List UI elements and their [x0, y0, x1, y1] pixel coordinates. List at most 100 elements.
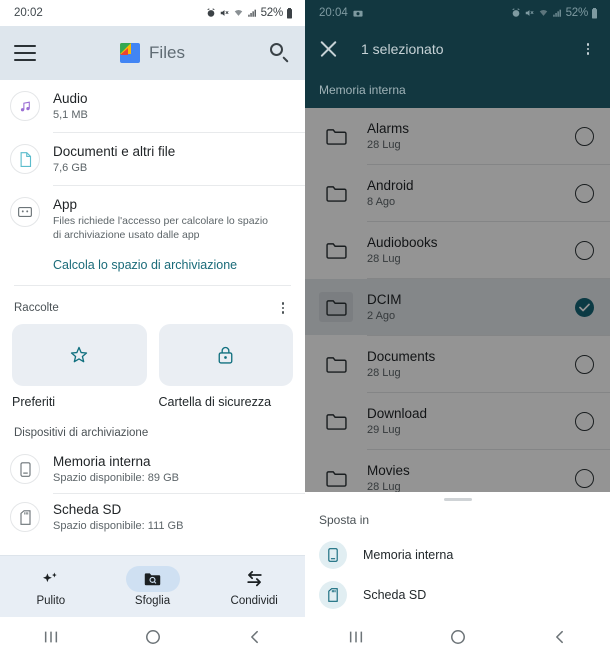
selection-radio[interactable] — [575, 411, 594, 431]
app-title-group: Files — [36, 43, 269, 63]
music-note-icon — [10, 91, 40, 121]
status-time: 20:04 — [319, 7, 348, 19]
kebab-menu-icon[interactable] — [580, 41, 596, 57]
category-subtitle: 5,1 MB — [53, 109, 88, 121]
collections-section-header: Raccolte — [0, 286, 305, 324]
share-arrows-icon — [227, 566, 281, 592]
alarm-icon — [512, 8, 520, 17]
wifi-icon — [234, 9, 242, 16]
section-title: Raccolte — [14, 302, 59, 314]
status-icons: 52% — [511, 7, 598, 19]
left-content-scroll[interactable]: Audio 5,1 MB Documenti e altri file 7,6 … — [0, 80, 305, 555]
table-row-selected[interactable]: DCIM 2 Ago — [305, 279, 610, 335]
storage-row-internal[interactable]: Memoria interna Spazio disponibile: 89 G… — [0, 446, 305, 493]
signal-icon — [552, 9, 561, 17]
folder-icon — [319, 349, 353, 379]
mute-icon — [525, 10, 534, 16]
bottom-nav-label: Pulito — [36, 595, 66, 607]
table-row[interactable]: Download 29 Lug — [305, 393, 610, 449]
collection-card-favorites[interactable] — [12, 324, 147, 386]
category-title: App — [53, 197, 78, 212]
document-icon — [10, 144, 40, 174]
move-to-bottom-sheet: Sposta in Memoria interna Scheda SD — [305, 492, 610, 617]
apps-icon — [10, 197, 40, 227]
collection-label-favorites: Preferiti — [12, 395, 56, 409]
battery-percent: 52% — [565, 7, 589, 19]
bottom-nav-item-browse[interactable]: Sfoglia — [102, 566, 204, 607]
category-title: Documenti e altri file — [53, 144, 176, 159]
table-row[interactable]: Documents 28 Lug — [305, 336, 610, 392]
alarm-icon — [207, 8, 215, 17]
bottom-nav-item-share[interactable]: Condividi — [203, 566, 305, 607]
left-phone-screen: 20:02 52% Files Audio 5,1 MB Documenti e… — [0, 0, 305, 657]
battery-icon — [287, 7, 292, 18]
file-name: Alarms — [367, 120, 410, 136]
recents-icon[interactable] — [0, 629, 102, 645]
table-row[interactable]: Alarms 28 Lug — [305, 108, 610, 164]
close-icon[interactable] — [319, 39, 339, 59]
back-icon[interactable] — [508, 629, 610, 645]
battery-percent: 52% — [260, 7, 284, 19]
kebab-menu-icon[interactable] — [275, 300, 291, 316]
recents-icon[interactable] — [305, 629, 407, 645]
sd-card-icon — [10, 502, 40, 532]
storage-subtitle: Spazio disponibile: 89 GB — [53, 472, 179, 484]
category-subtitle: 7,6 GB — [53, 162, 88, 174]
file-date: 8 Ago — [367, 195, 396, 208]
sheet-drag-handle[interactable] — [305, 492, 610, 503]
selection-app-bar: 1 selezionato — [305, 26, 610, 72]
file-list[interactable]: Alarms 28 Lug Android 8 Ago Audiobooks 2… — [305, 108, 610, 492]
selection-radio[interactable] — [575, 240, 594, 260]
mute-icon — [220, 10, 229, 16]
selection-count-label: 1 selezionato — [361, 41, 444, 57]
status-bar-left: 20:02 52% — [0, 0, 305, 26]
category-row-audio[interactable]: Audio 5,1 MB — [0, 80, 305, 132]
sheet-option-label: Memoria interna — [363, 548, 454, 562]
folder-icon — [319, 121, 353, 151]
selection-radio[interactable] — [575, 468, 594, 488]
storage-section-title: Dispositivi di archiviazione — [14, 427, 149, 439]
file-date: 28 Lug — [367, 480, 401, 493]
page-title: Files — [149, 43, 185, 62]
table-row[interactable]: Movies 28 Lug — [305, 450, 610, 492]
star-icon — [71, 346, 88, 363]
calculate-storage-link[interactable]: Calcola lo spazio di archiviazione — [0, 251, 305, 285]
file-name: Download — [367, 405, 428, 421]
folder-icon — [319, 235, 353, 265]
sheet-option-sd-card[interactable]: Scheda SD — [305, 575, 610, 615]
category-row-apps[interactable]: App Files richiede l'accesso per calcola… — [0, 186, 305, 251]
search-icon[interactable] — [269, 42, 291, 64]
file-date: 28 Lug — [367, 138, 401, 151]
selection-radio[interactable] — [575, 354, 594, 374]
category-row-documents[interactable]: Documenti e altri file 7,6 GB — [0, 133, 305, 185]
storage-row-sd[interactable]: Scheda SD Spazio disponibile: 111 GB — [0, 494, 305, 541]
home-icon[interactable] — [407, 629, 509, 645]
selection-checkmark[interactable] — [575, 297, 594, 317]
file-name: DCIM — [367, 291, 402, 307]
home-icon[interactable] — [102, 629, 204, 645]
file-name: Android — [367, 177, 414, 193]
bottom-nav-label: Condividi — [230, 595, 278, 607]
table-row[interactable]: Audiobooks 28 Lug — [305, 222, 610, 278]
collections-cards — [0, 324, 305, 386]
file-date: 28 Lug — [367, 366, 401, 379]
collection-label-secure-folder: Cartella di sicurezza — [158, 395, 272, 409]
bottom-nav-item-clean[interactable]: Pulito — [0, 566, 102, 607]
sd-card-icon — [319, 581, 347, 609]
camera-icon — [353, 10, 363, 17]
table-row[interactable]: Android 8 Ago — [305, 165, 610, 221]
selection-radio[interactable] — [575, 183, 594, 203]
system-nav-left — [0, 617, 305, 657]
folder-icon — [319, 292, 353, 322]
back-icon[interactable] — [203, 629, 305, 645]
category-subtitle: Files richiede l'accesso per calcolare l… — [53, 215, 269, 241]
signal-icon — [247, 9, 256, 17]
status-icons: 52% — [206, 7, 293, 19]
folder-icon — [319, 406, 353, 436]
file-name: Movies — [367, 462, 410, 478]
hamburger-icon[interactable] — [14, 45, 36, 61]
wifi-icon — [539, 9, 547, 16]
selection-radio[interactable] — [575, 126, 594, 146]
sheet-option-internal-storage[interactable]: Memoria interna — [305, 535, 610, 575]
collection-card-secure-folder[interactable] — [158, 324, 293, 386]
